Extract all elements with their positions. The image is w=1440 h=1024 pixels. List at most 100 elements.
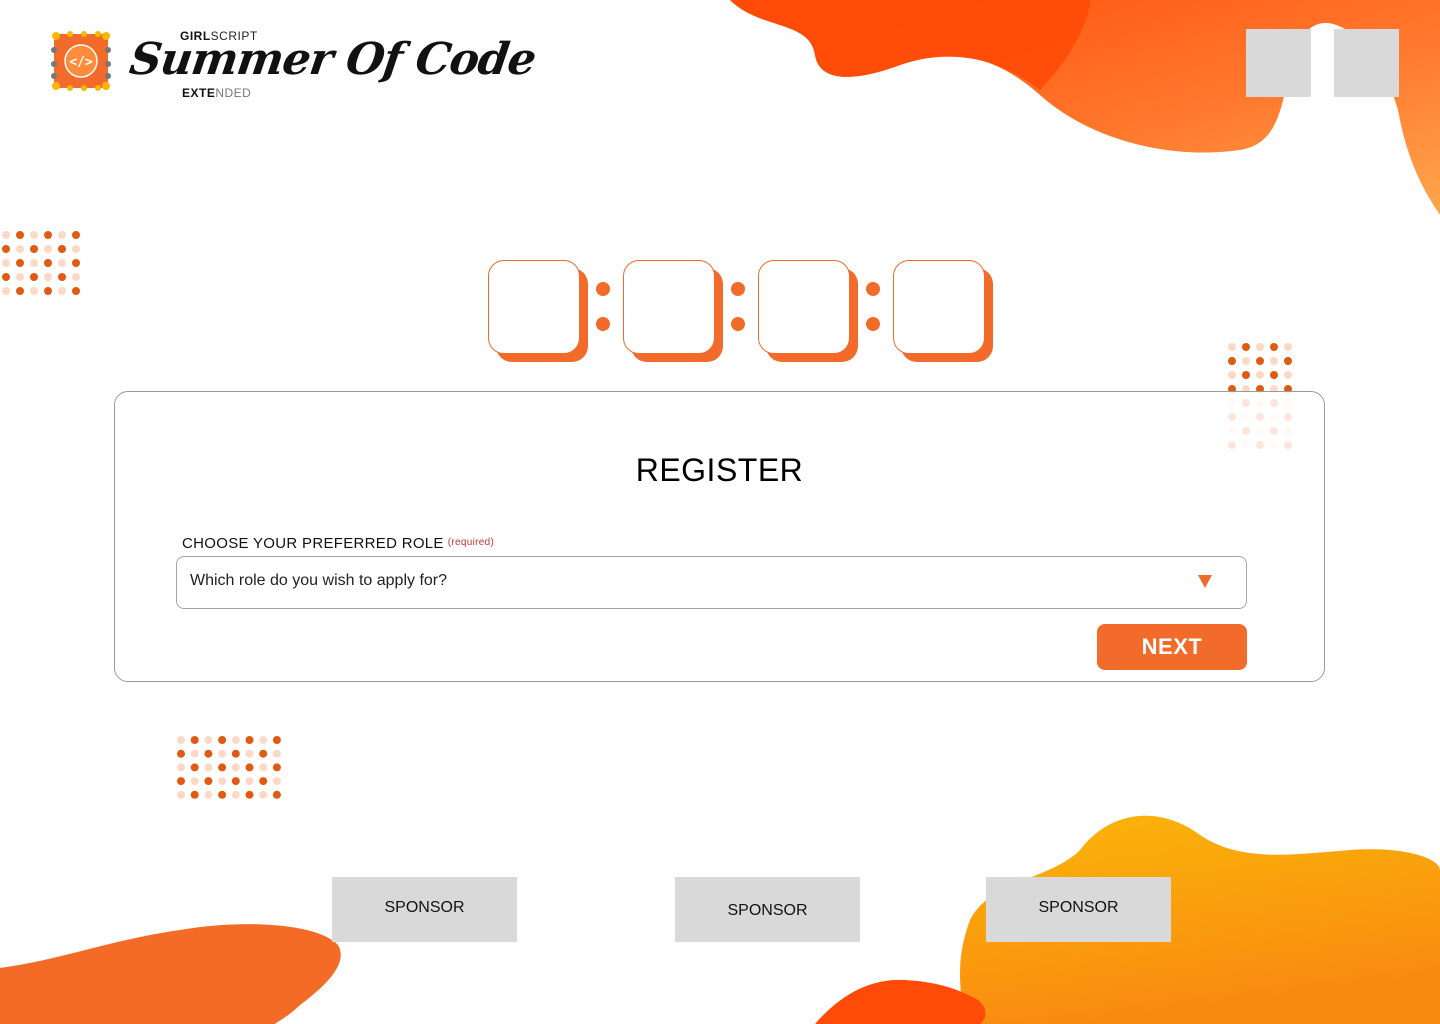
decorative-dot	[204, 749, 213, 758]
decorative-dot	[1284, 371, 1292, 379]
decorative-dot	[72, 273, 80, 281]
decorative-dot	[231, 763, 240, 772]
next-button[interactable]: NEXT	[1097, 624, 1247, 670]
decorative-dot	[1228, 343, 1236, 351]
decorative-dot	[177, 749, 185, 758]
decorative-dot	[245, 790, 254, 799]
decorative-dot	[1256, 357, 1264, 365]
decorative-dot	[58, 259, 66, 267]
brand-title: Summer Of Code	[126, 34, 539, 85]
header-button-2[interactable]	[1334, 29, 1399, 97]
decorative-dot	[44, 273, 52, 281]
required-hint: (required)	[447, 537, 495, 548]
decorative-dot	[190, 790, 199, 799]
decorative-dot	[231, 736, 240, 744]
header-button-1[interactable]	[1246, 29, 1311, 97]
decorative-dot	[16, 231, 24, 239]
decorative-dot	[2, 231, 10, 239]
decorative-dot	[218, 777, 227, 786]
decorative-dot	[272, 736, 281, 744]
register-card: REGISTER CHOOSE YOUR PREFERRED ROLE (requ…	[114, 391, 1325, 682]
decorative-dot	[190, 749, 199, 758]
decorative-dot	[245, 736, 254, 744]
decorative-dot	[58, 273, 66, 281]
decorative-dot	[1242, 357, 1250, 365]
decorative-dot	[1228, 357, 1236, 365]
decorative-dot	[190, 736, 199, 744]
role-select[interactable]: Which role do you wish to apply for?	[176, 556, 1247, 609]
sponsor-slot-3[interactable]: SPONSOR	[986, 877, 1171, 942]
role-field-label: CHOOSE YOUR PREFERRED ROLE (required)	[182, 535, 495, 552]
decorative-dot	[44, 287, 52, 295]
decorative-dot	[30, 245, 38, 253]
role-select-placeholder: Which role do you wish to apply for?	[190, 572, 448, 589]
dot-pattern-left	[2, 231, 80, 295]
decorative-dot	[272, 749, 281, 758]
decorative-dot	[2, 273, 10, 281]
register-title: REGISTER	[635, 452, 804, 488]
timer-box-days	[488, 260, 588, 362]
bottom-center-blob	[815, 979, 986, 1024]
decorative-dot	[72, 259, 80, 267]
decorative-dot	[190, 763, 199, 772]
decorative-dot	[44, 231, 52, 239]
decorative-dot	[1270, 357, 1278, 365]
decorative-dot	[58, 287, 66, 295]
dot-pattern-bottom	[177, 736, 281, 799]
timer-box-seconds	[893, 260, 993, 362]
decorative-dot	[259, 749, 268, 758]
decorative-dot	[1256, 343, 1264, 351]
decorative-dot	[190, 777, 199, 786]
timer-box-hours	[623, 260, 723, 362]
decorative-dot	[2, 245, 10, 253]
decorative-dot	[259, 777, 268, 786]
timer-separator-dot	[596, 282, 610, 296]
decorative-dot	[177, 736, 185, 744]
decorative-dot	[259, 763, 268, 772]
decorative-dot	[177, 763, 185, 772]
decorative-dot	[16, 259, 24, 267]
timer-separator-dot	[731, 282, 745, 296]
decorative-dot	[231, 790, 240, 799]
decorative-dot	[204, 777, 213, 786]
brand-logo[interactable]: </> GIRLSCRIPT Summer Of Code EXTENDED	[50, 28, 539, 100]
decorative-dot	[177, 790, 185, 799]
decorative-dot	[177, 777, 185, 786]
brand-subtitle: EXTENDED	[182, 86, 252, 100]
decorative-dot	[1256, 371, 1264, 379]
decorative-dot	[16, 273, 24, 281]
decorative-dot	[72, 245, 80, 253]
decorative-dot	[231, 777, 240, 786]
sponsor-slot-2[interactable]: SPONSOR	[675, 877, 860, 942]
decorative-dot	[1284, 357, 1292, 365]
decorative-dot	[72, 231, 80, 239]
sponsor-slot-1[interactable]: SPONSOR	[332, 877, 517, 942]
decorative-dot	[1242, 343, 1250, 351]
decorative-dot	[204, 736, 213, 744]
bottom-left-blob	[0, 924, 341, 1024]
decorative-dot	[218, 749, 227, 758]
decorative-dot	[272, 763, 281, 772]
decorative-dot	[1284, 343, 1292, 351]
decorative-dot	[231, 749, 240, 758]
decorative-dot	[1242, 371, 1250, 379]
decorative-dot	[2, 287, 10, 295]
decorative-dot	[1270, 371, 1278, 379]
decorative-dot	[204, 790, 213, 799]
decorative-dot	[245, 763, 254, 772]
chevron-down-icon	[1198, 575, 1212, 588]
decorative-dot	[1270, 343, 1278, 351]
decorative-dot	[30, 231, 38, 239]
decorative-dot	[2, 259, 10, 267]
decorative-dot	[58, 245, 66, 253]
timer-separator-dot	[596, 317, 610, 331]
decorative-dot	[259, 736, 268, 744]
decorative-dot	[16, 245, 24, 253]
decorative-dot	[218, 736, 227, 744]
decorative-dot	[30, 287, 38, 295]
decorative-dot	[58, 231, 66, 239]
decorative-dot	[16, 287, 24, 295]
decorative-dot	[272, 777, 281, 786]
svg-text:</>: </>	[69, 55, 93, 70]
decorative-dot	[1228, 371, 1236, 379]
